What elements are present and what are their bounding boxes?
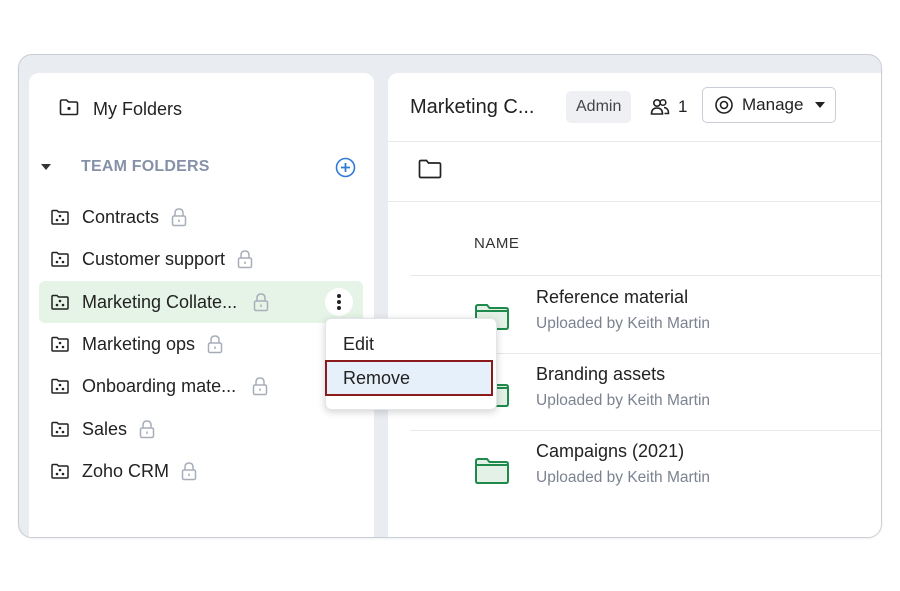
sidebar-folder-onboarding[interactable]: Onboarding mate...: [39, 365, 363, 407]
lock-icon: [253, 292, 269, 312]
manage-label: Manage: [742, 95, 804, 114]
folder-icon[interactable]: [418, 159, 442, 184]
file-name: Reference material: [536, 287, 689, 307]
sidebar: My Folders TEAM FOLDERS Contracts Custom…: [29, 73, 374, 537]
lock-icon: [207, 334, 223, 354]
file-name: Campaigns (2021): [536, 441, 685, 461]
team-folder-icon: [51, 421, 69, 437]
lock-icon: [237, 249, 253, 269]
lock-icon: [171, 207, 187, 227]
team-folder-icon: [51, 209, 69, 225]
team-folder-icon: [51, 378, 69, 394]
lock-icon: [181, 461, 197, 481]
my-folders-item[interactable]: My Folders: [59, 97, 182, 121]
sidebar-folder-contracts[interactable]: Contracts: [39, 196, 363, 238]
divider: [410, 275, 881, 276]
menu-item-label: Remove: [343, 367, 411, 388]
menu-item-edit[interactable]: Edit: [326, 326, 496, 362]
lock-icon: [252, 376, 268, 396]
folder-label: Contracts: [82, 206, 160, 227]
folder-label: Onboarding mate...: [82, 375, 237, 396]
sidebar-folder-customer-support[interactable]: Customer support: [39, 238, 363, 280]
file-meta: Uploaded by Keith Martin: [536, 392, 711, 409]
team-folders-label: TEAM FOLDERS: [81, 158, 210, 175]
folder-label: Zoho CRM: [82, 460, 170, 481]
file-name: Branding assets: [536, 364, 666, 384]
folder-label: Marketing ops: [82, 333, 196, 354]
folder-filled-icon: [474, 457, 510, 490]
page-title: Marketing C...: [410, 95, 535, 118]
team-folders-header[interactable]: TEAM FOLDERS: [41, 155, 356, 179]
kebab-icon[interactable]: [325, 288, 353, 316]
sidebar-folder-sales[interactable]: Sales: [39, 408, 363, 450]
plus-circle-icon[interactable]: [335, 157, 356, 183]
file-row[interactable]: Campaigns (2021) Uploaded by Keith Marti…: [474, 441, 874, 501]
app-window: My Folders TEAM FOLDERS Contracts Custom…: [18, 54, 882, 538]
manage-dropdown[interactable]: Manage: [702, 87, 836, 123]
file-row[interactable]: Branding assets Uploaded by Keith Martin: [474, 364, 874, 424]
folder-dot-icon: [59, 98, 79, 121]
gear-icon: [714, 95, 734, 115]
context-menu: Edit Remove: [325, 318, 497, 410]
sidebar-folder-marketing-collateral[interactable]: Marketing Collate...: [39, 281, 363, 323]
role-badge: Admin: [566, 91, 632, 123]
divider: [388, 141, 881, 142]
team-folder-icon: [51, 294, 69, 310]
column-header-name[interactable]: NAME: [474, 235, 519, 252]
folder-label: Sales: [82, 418, 128, 439]
caret-down-icon[interactable]: [41, 164, 51, 170]
sidebar-folder-marketing-ops[interactable]: Marketing ops: [39, 323, 363, 365]
member-count: 1: [678, 97, 688, 116]
menu-item-label: Edit: [343, 333, 375, 354]
folder-label: Marketing Collate...: [82, 291, 238, 312]
lock-icon: [139, 419, 155, 439]
file-meta: Uploaded by Keith Martin: [536, 469, 711, 486]
divider: [388, 201, 881, 202]
team-folder-icon: [51, 251, 69, 267]
divider: [410, 430, 881, 431]
folder-label: Customer support: [82, 248, 226, 269]
file-meta: Uploaded by Keith Martin: [536, 315, 711, 332]
file-row[interactable]: Reference material Uploaded by Keith Mar…: [474, 287, 874, 347]
my-folders-label: My Folders: [93, 98, 183, 119]
main-panel: Marketing C... Admin 1 Manage NAME Refer…: [388, 73, 881, 537]
sidebar-folder-zoho-crm[interactable]: Zoho CRM: [39, 450, 363, 492]
members-button[interactable]: 1: [650, 91, 687, 123]
team-folder-icon: [51, 336, 69, 352]
menu-item-remove[interactable]: Remove: [325, 360, 493, 396]
chevron-down-icon: [815, 102, 826, 108]
users-icon: [650, 98, 670, 116]
team-folder-icon: [51, 463, 69, 479]
